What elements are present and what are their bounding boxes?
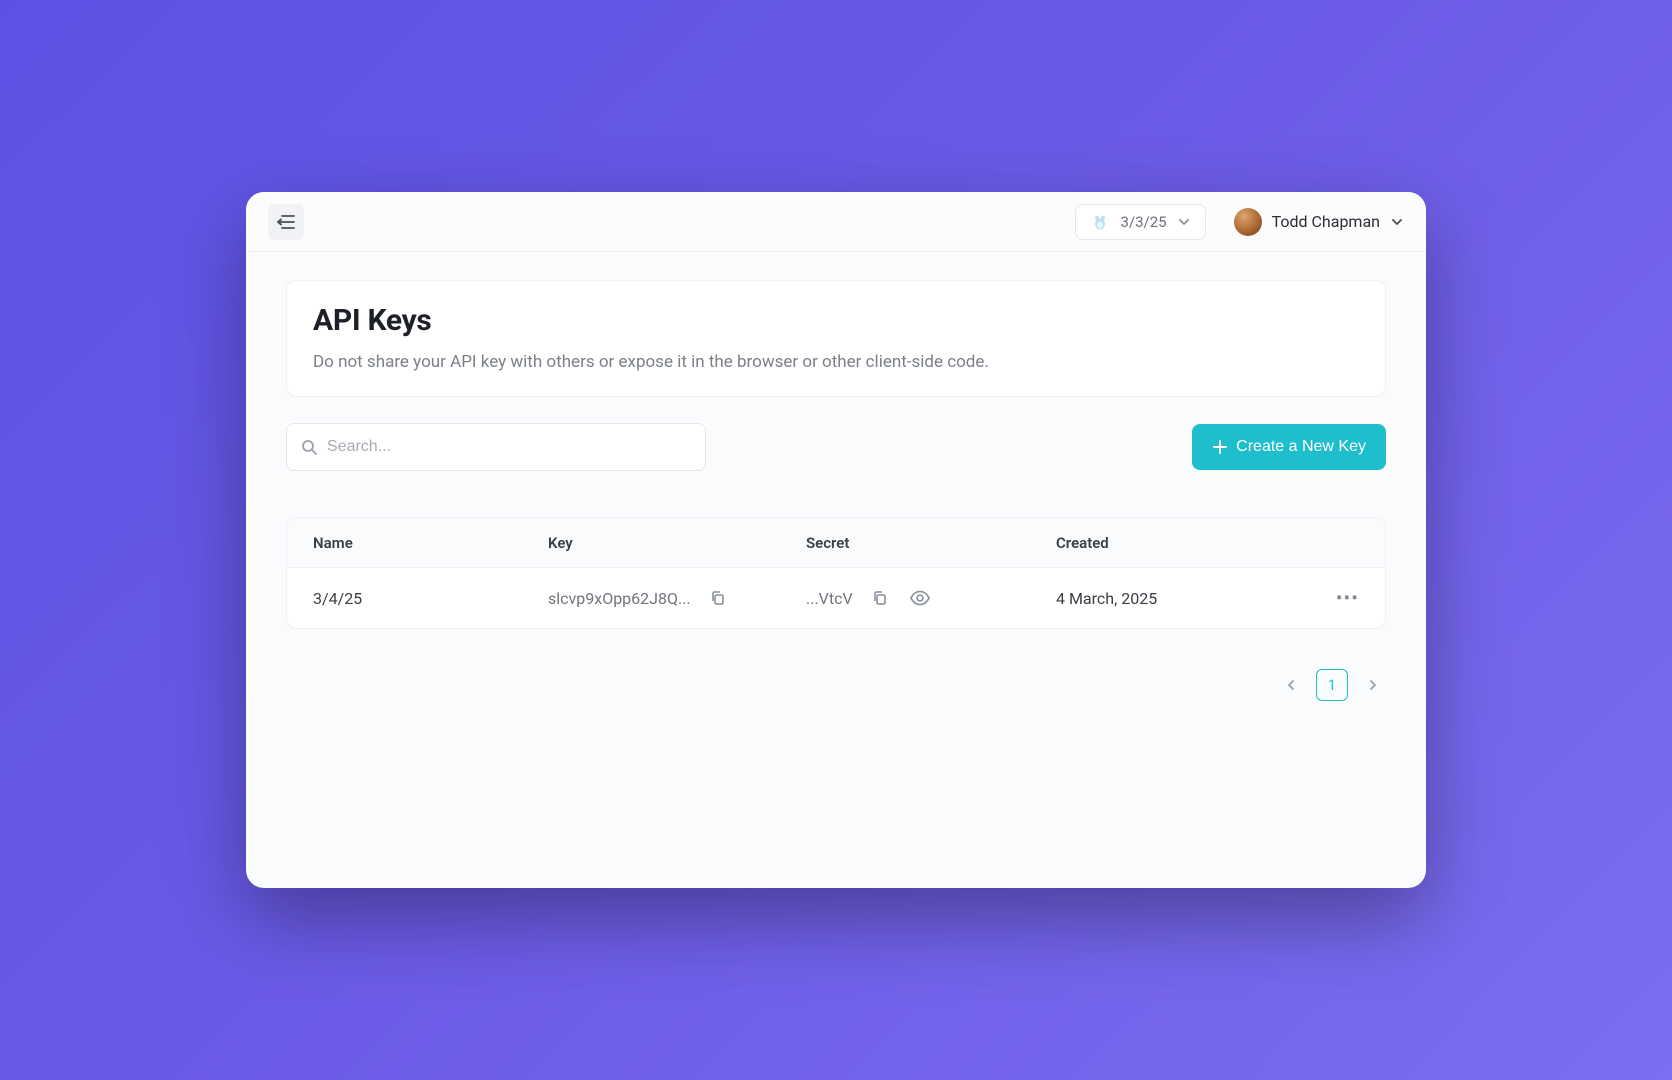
more-horizontal-icon: ••• [1336,586,1359,610]
chevron-left-icon [1285,679,1297,691]
copy-icon [872,590,888,606]
cell-name: 3/4/25 [313,589,548,608]
col-header-key: Key [548,534,806,552]
col-header-created: Created [1056,534,1289,552]
date-picker[interactable]: 3/3/25 [1075,204,1205,240]
pagination-prev[interactable] [1278,672,1304,698]
sidebar-toggle-button[interactable] [268,204,304,240]
create-key-button[interactable]: Create a New Key [1192,424,1386,470]
app-window: 3/3/25 Todd Chapman API Keys Do not shar… [246,192,1426,888]
row-key-value: slcvp9xOpp62J8Q... [548,589,691,608]
plus-icon [1212,439,1228,455]
create-key-label: Create a New Key [1236,438,1366,456]
user-name-label: Todd Chapman [1272,212,1380,231]
search-box[interactable] [286,423,706,471]
pagination-page-current[interactable]: 1 [1316,669,1348,701]
col-header-name: Name [313,534,548,552]
pagination: 1 [286,669,1386,701]
table-row: 3/4/25 slcvp9xOpp62J8Q... ...Vtc [287,568,1385,628]
content-area: API Keys Do not share your API key with … [246,252,1426,888]
pagination-page-label: 1 [1328,676,1336,694]
menu-collapse-icon [277,214,295,230]
copy-key-button[interactable] [705,585,731,611]
row-secret-value: ...VtcV [806,589,853,608]
page-header: API Keys Do not share your API key with … [286,280,1386,397]
search-input[interactable] [327,438,691,456]
page-subtitle: Do not share your API key with others or… [313,352,1359,372]
row-name-value: 3/4/25 [313,589,362,608]
cell-created: 4 March, 2025 [1056,589,1289,608]
eye-icon [910,590,930,606]
date-picker-label: 3/3/25 [1120,213,1166,231]
copy-icon [710,590,726,606]
chevron-right-icon [1367,679,1379,691]
search-icon [301,439,317,455]
topbar: 3/3/25 Todd Chapman [246,192,1426,252]
mascot-icon [1090,212,1110,232]
col-header-secret: Secret [806,534,1056,552]
row-actions-menu[interactable]: ••• [1289,586,1359,610]
page-title: API Keys [313,303,1359,338]
avatar [1234,208,1262,236]
cell-key: slcvp9xOpp62J8Q... [548,585,806,611]
api-keys-table: Name Key Secret Created 3/4/25 slcvp9xOp… [286,517,1386,629]
reveal-secret-button[interactable] [907,585,933,611]
table-header-row: Name Key Secret Created [287,518,1385,568]
toolbar: Create a New Key [286,423,1386,471]
copy-secret-button[interactable] [867,585,893,611]
user-menu[interactable]: Todd Chapman [1234,208,1404,236]
chevron-down-icon [1390,215,1404,229]
chevron-down-icon [1177,215,1191,229]
pagination-next[interactable] [1360,672,1386,698]
cell-secret: ...VtcV [806,585,1056,611]
row-created-value: 4 March, 2025 [1056,589,1157,608]
